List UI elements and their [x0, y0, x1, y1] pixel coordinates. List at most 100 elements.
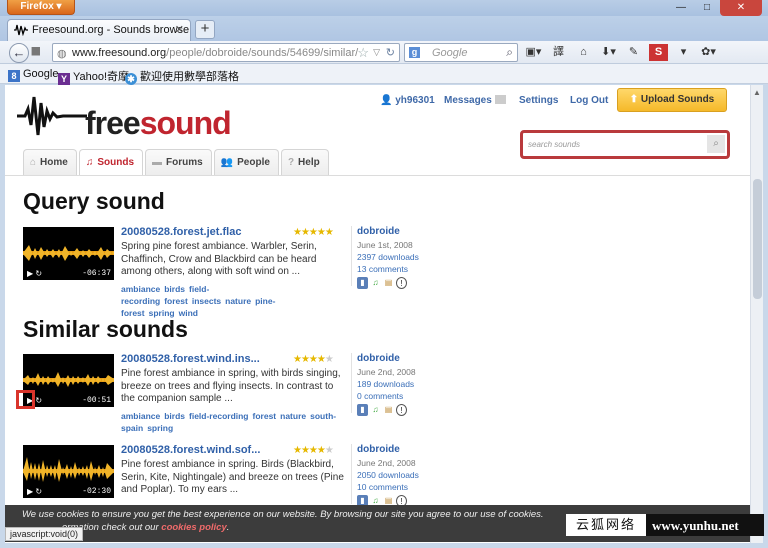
scroll-thumb[interactable]	[753, 179, 762, 299]
license-icons: ▮ ♫ ▤ !	[357, 404, 471, 416]
address-bar[interactable]: ◍ www.freesound.org/people/dobroide/soun…	[52, 43, 400, 62]
translate-icon[interactable]: 譯	[549, 44, 568, 61]
tools-icon[interactable]: ✎	[624, 44, 643, 61]
upload-icon: ⬆	[629, 94, 639, 105]
pack-icon[interactable]: ▤	[383, 277, 394, 289]
downloads-link[interactable]: 2050 downloads	[357, 470, 471, 480]
url-dropdown-icon[interactable]: ▽	[373, 47, 380, 58]
file-icon[interactable]: ▮	[357, 277, 368, 289]
tab-forums[interactable]: ▬ Forums	[145, 149, 212, 175]
username: yh96301	[395, 95, 435, 106]
sound-title-link[interactable]: 20080528.forest.jet.flac	[121, 226, 241, 238]
waveform-logo-icon	[17, 96, 87, 136]
sound-title-link[interactable]: 20080528.forest.wind.ins...	[121, 353, 260, 365]
waveform-player[interactable]: ▶ ↻ -00:51	[23, 354, 114, 407]
tag-link[interactable]: birds	[164, 284, 185, 294]
license-icon[interactable]: !	[396, 404, 407, 416]
author-link[interactable]: dobroide	[357, 226, 471, 237]
bookmark-yahoo[interactable]: Y Yahoo!奇摩	[58, 68, 129, 85]
color-addon-icon[interactable]: ✿▾	[699, 44, 718, 61]
tag-link[interactable]: ambiance	[121, 411, 160, 421]
search-icon[interactable]: ⌕	[506, 45, 513, 60]
tab-home[interactable]: ⌂ Home	[23, 149, 77, 175]
play-controls[interactable]: ▶ ↻	[27, 487, 42, 496]
file-icon[interactable]: ▮	[357, 404, 368, 416]
search-submit-icon[interactable]: ⌕	[707, 135, 725, 153]
rating-stars: ★★★★★	[293, 227, 334, 238]
tab-sounds[interactable]: ♫ Sounds	[78, 149, 144, 175]
upload-date: June 1st, 2008	[357, 240, 413, 250]
tag-link[interactable]: spring	[147, 423, 173, 433]
main-nav: ⌂ Home ♫ Sounds ▬ Forums 👥 People ? Help	[23, 149, 329, 175]
comments-link[interactable]: 10 comments	[357, 482, 471, 492]
addon-icon[interactable]: ▣▾	[524, 44, 543, 61]
back-button[interactable]: ←	[9, 43, 29, 63]
author-link[interactable]: dobroide	[357, 353, 471, 364]
home-icon[interactable]: ⌂	[574, 44, 593, 61]
sound-title-link[interactable]: 20080528.forest.wind.sof...	[121, 444, 260, 456]
close-window-button[interactable]: ✕	[720, 0, 762, 16]
messages-link[interactable]: Messages	[444, 95, 506, 106]
settings-link[interactable]: Settings	[519, 95, 558, 106]
user-link[interactable]: 👤 yh96301	[380, 95, 435, 106]
watermark-cn: 云狐网络	[566, 514, 646, 536]
sound-search-input[interactable]: search sounds ⌕	[520, 130, 730, 159]
similar-icon[interactable]: ♫	[370, 404, 381, 416]
vertical-scrollbar[interactable]: ▲	[750, 85, 763, 543]
comments-link[interactable]: 0 comments	[357, 391, 471, 401]
s-addon-icon[interactable]: S	[649, 44, 668, 61]
google-icon: g	[409, 47, 420, 58]
navigation-toolbar: ← ⯀ ◍ www.freesound.org/people/dobroide/…	[0, 41, 768, 64]
pack-icon[interactable]: ▤	[383, 404, 394, 416]
reload-icon[interactable]: ↻	[386, 46, 395, 59]
bookmark-star-icon[interactable]: ☆	[357, 45, 369, 61]
upload-sounds-button[interactable]: ⬆ Upload Sounds	[617, 88, 727, 112]
mail-icon	[494, 95, 506, 104]
tag-link[interactable]: forest	[253, 411, 277, 421]
browser-tab[interactable]: Freesound.org - Sounds browse ✕	[7, 19, 191, 41]
maximize-button[interactable]: □	[694, 0, 720, 16]
firefox-menu-button[interactable]: Firefox ▾	[7, 0, 75, 15]
waveform-player[interactable]: ▶ ↻ -06:37	[23, 227, 114, 280]
tab-people[interactable]: 👥 People	[213, 149, 279, 175]
download-icon[interactable]: ⬇▾	[599, 44, 618, 61]
close-tab-icon[interactable]: ✕	[175, 23, 184, 36]
cookies-policy-link[interactable]: cookies policy	[161, 522, 226, 533]
tag-link[interactable]: nature	[225, 296, 251, 306]
bookmark-math-blog[interactable]: ✱ 歡迎使用數學部落格	[125, 68, 239, 85]
downloads-link[interactable]: 2397 downloads	[357, 252, 471, 262]
downloads-link[interactable]: 189 downloads	[357, 379, 471, 389]
bookmark-google[interactable]: 8 Google	[8, 68, 58, 82]
play-controls[interactable]: ▶ ↻	[27, 269, 42, 278]
scroll-up-icon[interactable]: ▲	[753, 88, 761, 97]
new-tab-button[interactable]: +	[195, 20, 215, 39]
tag-link[interactable]: forest	[164, 296, 188, 306]
comments-link[interactable]: 13 comments	[357, 264, 471, 274]
freesound-logo[interactable]: freesound	[17, 89, 232, 141]
tag-link[interactable]: insects	[192, 296, 221, 306]
tag-link[interactable]: birds	[164, 411, 185, 421]
author-link[interactable]: dobroide	[357, 444, 471, 455]
browser-search-field[interactable]: g Google ⌕	[404, 43, 518, 62]
rating-stars: ★★★★★	[293, 445, 334, 456]
tag-list: ambiance birds field-recording forest insect…	[121, 283, 346, 319]
waveform-player[interactable]: ▶ ↻ -02:30	[23, 445, 114, 498]
license-icon[interactable]: !	[396, 277, 407, 289]
window-titlebar: Firefox ▾ — □ ✕	[0, 0, 768, 16]
tab-strip: Freesound.org - Sounds browse ✕ +	[0, 16, 768, 41]
tab-help[interactable]: ? Help	[280, 149, 329, 175]
forward-button[interactable]: ⯀	[31, 45, 41, 60]
similar-icon[interactable]: ♫	[370, 277, 381, 289]
menu-icon[interactable]: ▾	[674, 44, 693, 61]
minimize-button[interactable]: —	[668, 0, 694, 16]
firefox-menu-label: Firefox	[20, 1, 54, 12]
window-controls: — □ ✕	[668, 0, 762, 16]
tag-link[interactable]: ambiance	[121, 284, 160, 294]
tag-link[interactable]: nature	[280, 411, 306, 421]
sound-meta: dobroide June 2nd, 2008 2050 downloads 1…	[351, 444, 471, 507]
status-bar: javascript:void(0)	[5, 527, 84, 541]
sound-search-placeholder: search sounds	[528, 140, 581, 149]
logout-link[interactable]: Log Out	[570, 95, 608, 106]
similar-sounds-heading: Similar sounds	[23, 316, 188, 342]
tag-link[interactable]: field-recording	[189, 411, 249, 421]
